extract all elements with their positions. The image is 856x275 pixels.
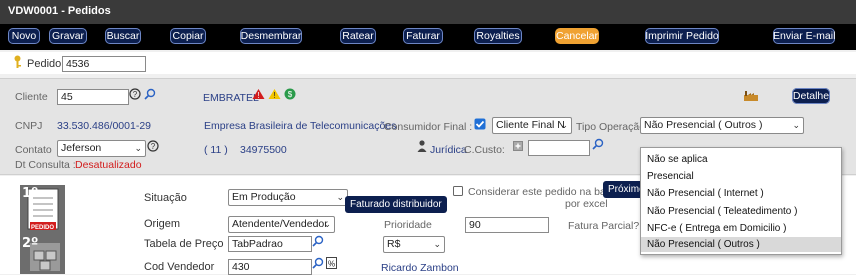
considerar-checkbox[interactable]: [453, 186, 463, 196]
option-nao-presencial-teleatendimento[interactable]: Não Presencial ( Teleatedimento ): [647, 206, 797, 217]
search-icon[interactable]: [312, 257, 324, 269]
cliente-input[interactable]: 45: [57, 89, 129, 105]
option-nao-presencial-internet[interactable]: Não Presencial ( Internet ): [647, 188, 764, 199]
phone-number: 34975500: [240, 144, 287, 156]
novo-button[interactable]: Novo: [8, 28, 40, 44]
key-icon: [14, 55, 21, 68]
percent-icon[interactable]: %: [326, 257, 337, 269]
contato-label: Contato: [15, 144, 52, 156]
cod-vendedor-input[interactable]: 430: [228, 259, 312, 275]
cnpj-value: 33.530.486/0001-29: [57, 120, 152, 132]
custo-label: C.Custo:: [464, 144, 505, 156]
tabela-preco-input[interactable]: TabPadrao: [228, 236, 312, 252]
chevron-down-icon: ⌄: [134, 143, 142, 153]
chevron-down-icon: ⌄: [560, 120, 568, 130]
origem-value: Atendente/Vendedor: [232, 218, 328, 230]
svg-text:!: !: [273, 91, 275, 100]
cliente-label: Cliente: [15, 91, 48, 103]
svg-text:?: ?: [133, 90, 138, 99]
faturar-button[interactable]: Faturar: [403, 28, 443, 44]
prioridade-input[interactable]: 90: [465, 217, 549, 233]
origem-select[interactable]: Atendente/Vendedor ⌄: [228, 216, 335, 233]
option-nfce-entrega[interactable]: NFC-e ( Entrega em Domicilio ): [647, 223, 786, 234]
consumidor-final-label: Consumidor Final :: [384, 121, 473, 133]
chevron-down-icon: ⌄: [433, 239, 441, 249]
currency-value: R$: [387, 238, 401, 250]
vendedor-name: Ricardo Zambon: [381, 262, 459, 274]
tipo-operacao-label: Tipo Operação: [576, 121, 646, 133]
tipo-operacao-dropdown: Não se aplica Presencial Não Presencial …: [640, 147, 842, 255]
phone-area: ( 11 ): [204, 144, 228, 156]
search-icon[interactable]: [312, 235, 324, 247]
consumidor-final-select[interactable]: Cliente Final N ⌄: [492, 117, 572, 134]
step1-caption: PEDIDO: [31, 225, 55, 231]
tabela-preco-label: Tabela de Preço: [144, 238, 224, 250]
option-nao-presencial-outros[interactable]: Não Presencial ( Outros ): [641, 237, 841, 252]
search-icon[interactable]: [144, 88, 156, 100]
search-icon[interactable]: [592, 138, 604, 150]
considerar-text2: por excel: [565, 198, 608, 210]
situacao-label: Situação: [144, 192, 187, 204]
window-title: VDW0001 - Pedidos: [8, 5, 111, 17]
contato-select[interactable]: Jeferson ⌄: [57, 140, 146, 157]
step2-number: 2º: [22, 236, 39, 251]
situacao-tooltip: Faturado distribuidor: [345, 196, 447, 213]
chevron-down-icon: ⌄: [323, 219, 331, 229]
royalties-button[interactable]: Royalties: [474, 28, 522, 44]
detalhe-button[interactable]: Detalhe: [792, 88, 830, 104]
cliente-name: EMBRATEL: [203, 92, 259, 104]
chevron-down-icon: ⌄: [336, 192, 344, 202]
consumidor-final-checkbox[interactable]: [474, 118, 486, 130]
money-icon: $: [284, 88, 296, 100]
copiar-button[interactable]: Copiar: [170, 28, 206, 44]
alert-yellow-icon: !: [268, 89, 281, 100]
contato-value: Jeferson: [61, 142, 102, 154]
expand-icon[interactable]: [513, 141, 523, 151]
fatura-parcial-label: Fatura Parcial?: [568, 220, 640, 232]
situacao-select[interactable]: Em Produção ⌄: [228, 189, 348, 206]
svg-text:$: $: [288, 90, 293, 99]
ratear-button[interactable]: Ratear: [340, 28, 376, 44]
pedido-label: Pedido: [27, 58, 62, 70]
person-icon: [417, 140, 427, 152]
alert-red-icon: !: [252, 89, 265, 100]
consumidor-final-value: Cliente Final N: [496, 119, 565, 131]
svg-text:!: !: [257, 91, 259, 100]
option-nao-se-aplica[interactable]: Não se aplica: [647, 154, 708, 165]
desmembrar-button[interactable]: Desmembrar: [240, 28, 302, 44]
cancelar-button[interactable]: Cancelar: [555, 28, 599, 44]
pedido-input[interactable]: 4536: [62, 56, 146, 72]
step1-number: 1º: [22, 186, 39, 201]
enviar-email-button[interactable]: Enviar E-mail: [773, 28, 835, 44]
imprimir-pedido-button[interactable]: Imprimir Pedido: [645, 28, 719, 44]
factory-icon[interactable]: [744, 90, 758, 101]
origem-label: Origem: [144, 218, 181, 230]
svg-text:?: ?: [151, 142, 156, 151]
currency-select[interactable]: R$ ⌄: [383, 236, 445, 253]
svg-text:%: %: [328, 260, 335, 269]
cod-vendedor-label: Cod Vendedor: [144, 261, 215, 273]
help-icon[interactable]: ?: [147, 140, 159, 152]
gravar-button[interactable]: Gravar: [49, 28, 87, 44]
prioridade-label: Prioridade: [384, 219, 432, 231]
dt-consulta-value: Desatualizado: [75, 159, 142, 171]
help-icon[interactable]: ?: [129, 88, 141, 100]
cnpj-label: CNPJ: [15, 120, 43, 132]
custo-input[interactable]: [528, 140, 590, 156]
company-name: Empresa Brasileira de Telecomunicações: [204, 120, 397, 132]
tipo-operacao-value: Não Presencial ( Outros ): [644, 119, 763, 131]
tipo-operacao-select[interactable]: Não Presencial ( Outros ) ⌄: [640, 117, 804, 134]
chevron-down-icon: ⌄: [792, 120, 800, 130]
title-bar: VDW0001 - Pedidos: [0, 0, 856, 24]
buscar-button[interactable]: Buscar: [105, 28, 141, 44]
option-presencial[interactable]: Presencial: [647, 171, 694, 182]
considerar-text: Considerar este pedido na baixa: [468, 186, 620, 198]
dt-consulta-label: Dt Consulta :: [15, 159, 76, 171]
pessoa-tipo: Jurídica: [430, 144, 467, 156]
situacao-value: Em Produção: [232, 191, 296, 203]
